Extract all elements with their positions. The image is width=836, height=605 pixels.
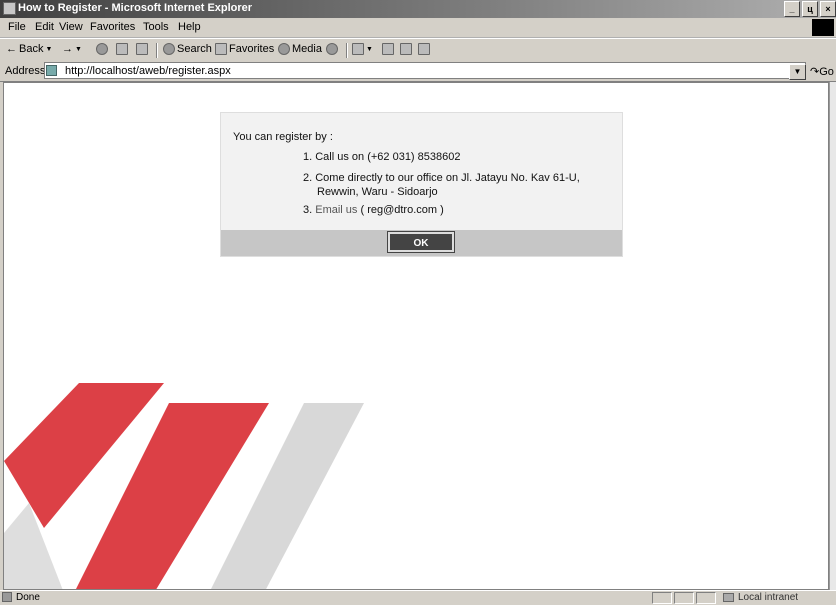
status-bar: Done Local intranet	[0, 590, 836, 605]
menu-tools[interactable]: Tools	[143, 21, 169, 33]
media-icon	[278, 43, 290, 55]
address-bar: Address http://localhost/aweb/register.a…	[0, 61, 836, 82]
menu-edit[interactable]: Edit	[35, 21, 54, 33]
ie-page-icon	[3, 2, 16, 15]
toolbar-separator	[346, 43, 348, 58]
close-button[interactable]: ×	[820, 1, 836, 17]
page-content: You can register by : 1. Call us on (+62…	[3, 82, 829, 590]
home-button[interactable]	[136, 43, 148, 55]
address-dropdown-button[interactable]: ▼	[789, 64, 806, 80]
watermark-logo-icon	[4, 383, 364, 589]
back-button[interactable]: ← Back ▼	[6, 43, 52, 55]
mail-button[interactable]: ▼	[352, 43, 373, 55]
go-arrow-icon: ↷	[810, 66, 820, 78]
search-label: Search	[177, 43, 212, 55]
search-button[interactable]: Search	[163, 43, 212, 55]
page-icon	[46, 65, 57, 76]
menu-view[interactable]: View	[59, 21, 83, 33]
print-icon	[382, 43, 394, 55]
email-link[interactable]: Email us	[315, 204, 357, 216]
register-dialog: You can register by : 1. Call us on (+62…	[220, 112, 623, 257]
dialog-intro: You can register by :	[233, 131, 333, 143]
favorites-label: Favorites	[229, 43, 275, 55]
windows-logo-icon	[812, 19, 834, 36]
menu-favorites[interactable]: Favorites	[90, 21, 135, 33]
page-done-icon	[2, 592, 12, 602]
window-controls: _ ц ×	[784, 1, 836, 17]
option-call: 1. Call us on (+62 031) 8538602	[303, 151, 461, 163]
stop-button[interactable]	[96, 43, 108, 55]
option-visit-line1: 2. Come directly to our office on Jl. Ja…	[303, 172, 580, 184]
status-panel	[674, 592, 694, 604]
security-zone-label: Local intranet	[738, 592, 799, 603]
ok-button[interactable]: OK	[387, 231, 455, 253]
media-label: Media	[292, 43, 322, 55]
vertical-scrollbar[interactable]	[829, 82, 836, 590]
edit-button[interactable]	[400, 43, 412, 55]
history-icon	[326, 43, 338, 55]
chevron-down-icon: ▼	[45, 45, 53, 53]
minimize-button[interactable]: _	[784, 1, 800, 17]
status-panel	[696, 592, 716, 604]
option-email: 3. Email us ( reg@dtro.com )	[303, 203, 444, 217]
edit-icon	[400, 43, 412, 55]
favorites-button[interactable]: Favorites	[215, 43, 274, 55]
home-icon	[136, 43, 148, 55]
go-button[interactable]: ↷Go	[810, 65, 834, 78]
print-button[interactable]	[382, 43, 394, 55]
discuss-button[interactable]	[418, 43, 430, 55]
watermark-gray-shape	[4, 503, 63, 589]
toolbar-separator	[156, 43, 158, 58]
title-bar: How to Register - Microsoft Internet Exp…	[0, 0, 836, 18]
option-email-address: ( reg@dtro.com )	[357, 204, 444, 216]
menu-file[interactable]: File	[8, 21, 26, 33]
maximize-button[interactable]: ц	[802, 1, 818, 17]
option-email-prefix: 3.	[303, 204, 316, 216]
go-label: Go	[819, 66, 834, 78]
mail-icon	[352, 43, 364, 55]
menu-help[interactable]: Help	[178, 21, 201, 33]
chevron-down-icon: ▼	[366, 45, 373, 53]
option-visit-line2: Rewwin, Waru - Sidoarjo	[317, 186, 438, 198]
standard-toolbar: ← Back ▼ → ▼ Search Favorites Media ▼	[0, 38, 836, 62]
refresh-icon	[116, 43, 128, 55]
status-text: Done	[16, 592, 40, 603]
address-label: Address	[5, 65, 46, 77]
forward-button[interactable]: → ▼	[62, 43, 82, 55]
discuss-icon	[418, 43, 430, 55]
back-arrow-icon: ←	[6, 43, 17, 55]
window-title: How to Register - Microsoft Internet Exp…	[18, 2, 253, 14]
refresh-button[interactable]	[116, 43, 128, 55]
favorites-icon	[215, 43, 227, 55]
intranet-zone-icon	[723, 593, 734, 602]
status-panel	[652, 592, 672, 604]
media-button[interactable]: Media	[278, 43, 322, 55]
history-button[interactable]	[326, 43, 338, 55]
stop-icon	[96, 43, 108, 55]
forward-arrow-icon: →	[62, 43, 73, 55]
dialog-footer: OK	[221, 230, 622, 256]
back-label: Back	[19, 43, 44, 55]
chevron-down-icon: ▼	[75, 45, 82, 53]
search-icon	[163, 43, 175, 55]
address-input[interactable]: http://localhost/aweb/register.aspx	[44, 62, 806, 79]
menu-bar: File Edit View Favorites Tools Help	[0, 18, 836, 38]
